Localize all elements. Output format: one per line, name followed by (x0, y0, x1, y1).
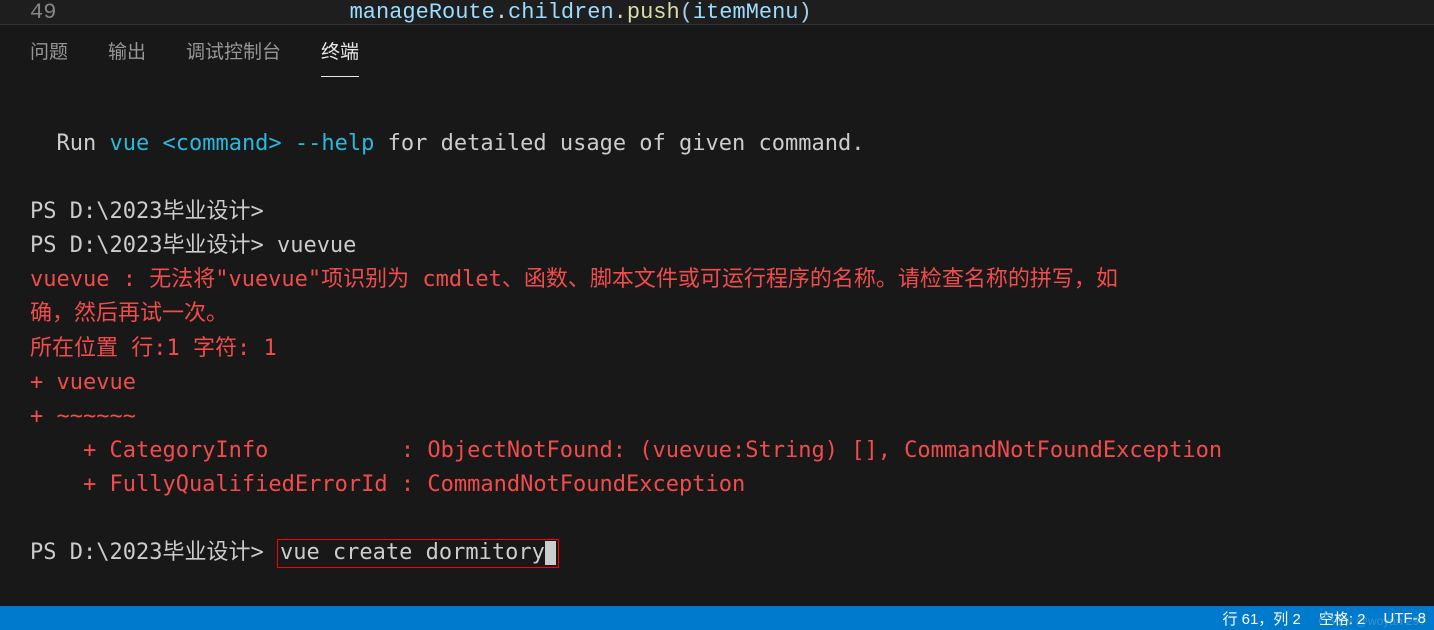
error-line-2: 确，然后再试一次。 (30, 301, 228, 326)
help-cmd-vue: vue (109, 131, 162, 156)
code-obj: manageRoute (350, 0, 495, 24)
watermark: CSDN @woyan 297 (1318, 614, 1426, 628)
terminal-output[interactable]: Run vue <command> --help for detailed us… (0, 77, 1434, 570)
cursor (545, 541, 556, 565)
prompt-line-2: PS D:\2023毕业设计> (30, 233, 277, 258)
help-cmd-flag: --help (295, 131, 374, 156)
editor-peek: 49 manageRoute.children.push(itemMenu) (0, 0, 1434, 24)
error-line-3: 所在位置 行:1 字符: 1 (30, 336, 277, 361)
code-param: itemMenu (693, 0, 799, 24)
help-cmd-placeholder: <command> (162, 131, 294, 156)
line-number: 49 (30, 0, 56, 24)
tab-debug-console[interactable]: 调试控制台 (186, 37, 281, 77)
error-line-7: + FullyQualifiedErrorId : CommandNotFoun… (30, 472, 745, 497)
prompt-line-1: PS D:\2023毕业设计> (30, 199, 264, 224)
code-line: manageRoute.children.push(itemMenu) (350, 0, 812, 24)
error-line-1: vuevue : 无法将"vuevue"项识别为 cmdlet、函数、脚本文件或… (30, 267, 1118, 292)
panel-tabs: 问题 输出 调试控制台 终端 (0, 25, 1434, 77)
code-method: push (627, 0, 680, 24)
tab-output[interactable]: 输出 (108, 37, 146, 77)
status-bar: 行 61，列 2 空格: 2 UTF-8 (0, 606, 1434, 630)
error-line-4: + vuevue (30, 370, 136, 395)
command-highlighted: vue create dormitory (277, 539, 559, 568)
prompt-line-3: PS D:\2023毕业设计> (30, 540, 277, 565)
error-line-6: + CategoryInfo : ObjectNotFound: (vuevue… (30, 438, 1222, 463)
bottom-panel: 问题 输出 调试控制台 终端 Run vue <command> --help … (0, 24, 1434, 606)
tab-problems[interactable]: 问题 (30, 37, 68, 77)
prompt-2-cmd: vuevue (277, 233, 356, 258)
status-line-col[interactable]: 行 61，列 2 (1222, 608, 1300, 629)
current-command: vue create dormitory (280, 540, 545, 565)
help-text-run: Run (30, 131, 109, 156)
help-text-suffix: for detailed usage of given command. (374, 131, 864, 156)
tab-terminal[interactable]: 终端 (321, 37, 359, 77)
code-prop: children (508, 0, 614, 24)
error-line-5: + ~~~~~~ (30, 404, 136, 429)
